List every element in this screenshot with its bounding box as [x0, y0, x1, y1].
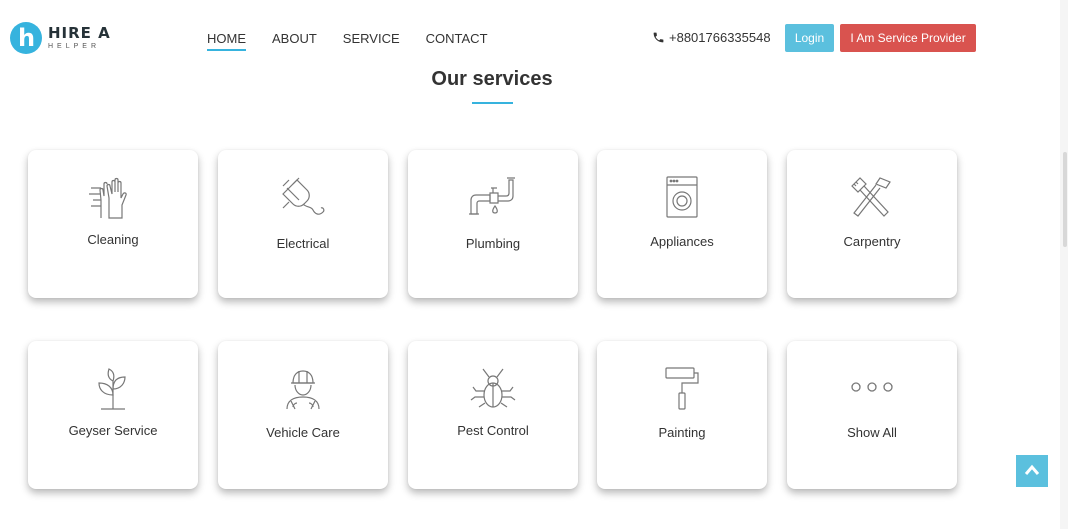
service-card-electrical[interactable]: Electrical [218, 150, 388, 298]
service-label: Vehicle Care [266, 425, 340, 440]
service-label: Electrical [276, 236, 330, 251]
scrollbar-thumb[interactable] [1063, 152, 1067, 247]
brand-name: HIRE A [48, 24, 111, 42]
service-card-painting[interactable]: Painting [597, 341, 767, 489]
plug-icon [282, 177, 325, 215]
service-card-plumbing[interactable]: Plumbing [408, 150, 578, 298]
service-label: Appliances [650, 234, 714, 249]
service-label: Geyser Service [68, 423, 158, 438]
mechanic-icon [286, 370, 320, 410]
service-provider-button[interactable]: I Am Service Provider [840, 24, 976, 52]
brand-logo[interactable]: h HIRE A HELPER [10, 22, 111, 54]
service-label: Plumbing [465, 236, 521, 251]
more-icon [851, 382, 893, 392]
brand-tagline: HELPER [48, 43, 101, 50]
service-card-appliances[interactable]: Appliances [597, 150, 767, 298]
phone-icon [653, 32, 664, 43]
phone-number: +8801766335548 [669, 30, 771, 45]
plant-icon [98, 368, 126, 410]
service-label: Painting [658, 425, 706, 440]
gloves-icon [89, 177, 127, 219]
section-title: Our services [431, 68, 553, 90]
logo-mark-icon: h [10, 22, 42, 54]
nav-contact[interactable]: CONTACT [426, 31, 488, 51]
main-nav: HOME ABOUT SERVICE CONTACT [207, 31, 514, 51]
service-card-vehicle-care[interactable]: Vehicle Care [218, 341, 388, 489]
service-card-cleaning[interactable]: Cleaning [28, 150, 198, 298]
phone-contact[interactable]: +8801766335548 [652, 30, 771, 45]
title-underline [472, 102, 513, 104]
service-card-pest-control[interactable]: Pest Control [408, 341, 578, 489]
service-label: Cleaning [87, 232, 139, 247]
service-label: Pest Control [457, 423, 529, 438]
service-label: Show All [847, 425, 897, 440]
washing-machine-icon [666, 176, 698, 218]
nav-service[interactable]: SERVICE [343, 31, 400, 51]
bug-icon [470, 368, 516, 408]
page-scrollbar[interactable] [1060, 0, 1068, 529]
nav-about[interactable]: ABOUT [272, 31, 317, 51]
paint-roller-icon [665, 367, 699, 410]
chevron-up-icon [1024, 464, 1040, 475]
pipe-icon [469, 177, 515, 215]
service-card-show-all[interactable]: Show All [787, 341, 957, 489]
nav-home[interactable]: HOME [207, 31, 246, 51]
scroll-to-top-button[interactable] [1016, 455, 1048, 487]
service-card-carpentry[interactable]: Carpentry [787, 150, 957, 298]
service-label: Carpentry [843, 234, 901, 249]
service-card-geyser-service[interactable]: Geyser Service [28, 341, 198, 489]
login-button[interactable]: Login [785, 24, 834, 52]
tools-icon [851, 177, 891, 217]
